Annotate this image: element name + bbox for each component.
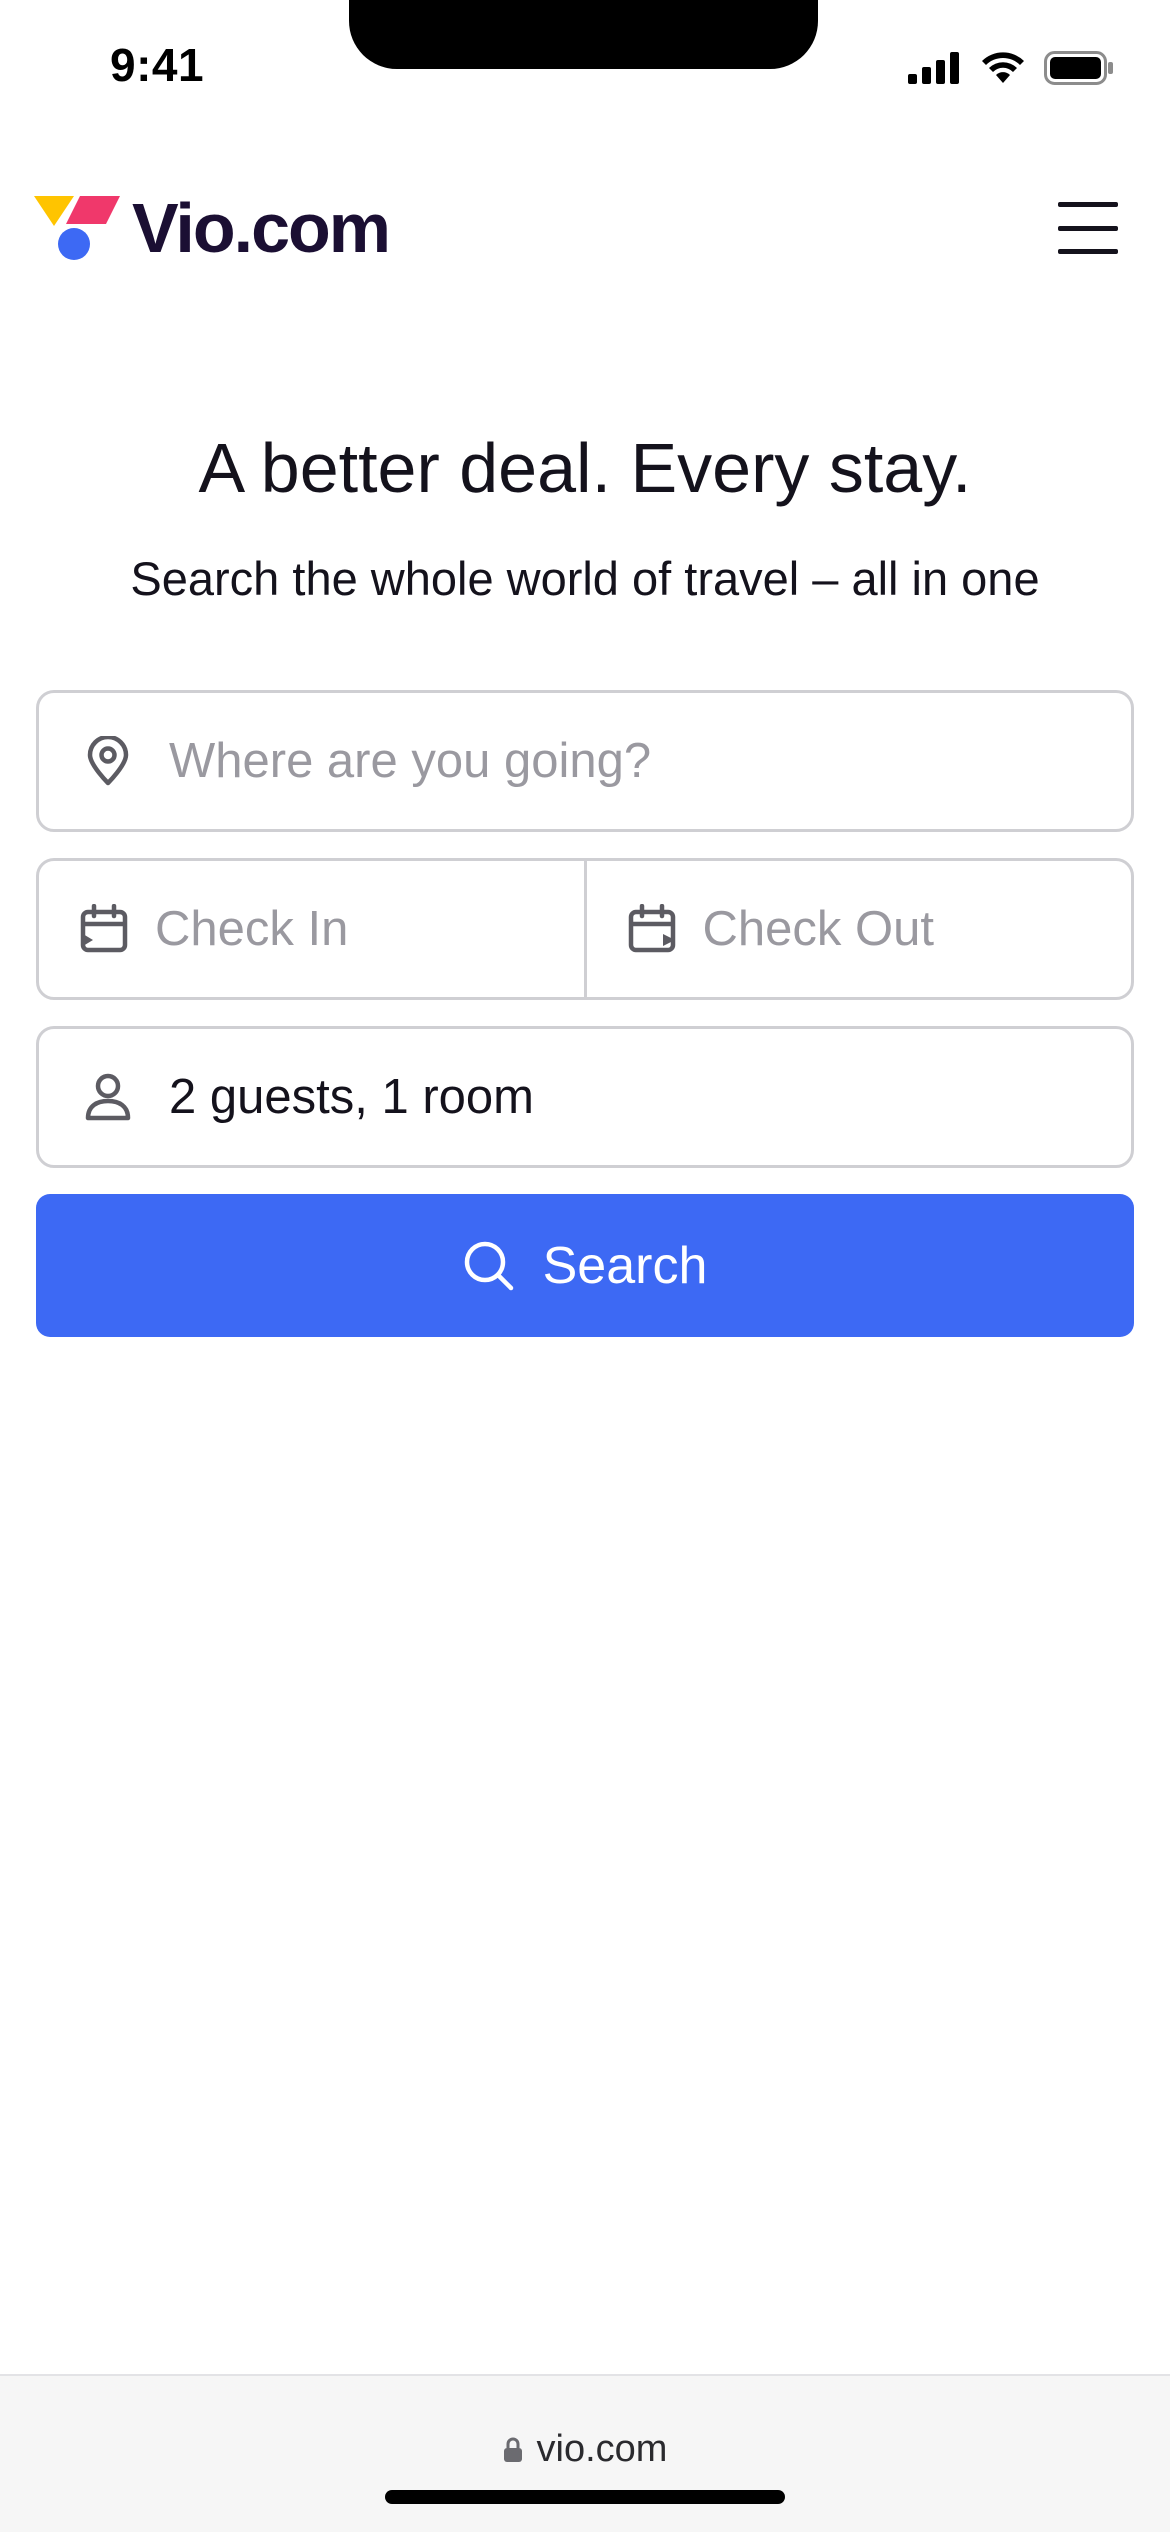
person-icon (83, 1072, 133, 1122)
calendar-check-in-icon (79, 904, 129, 954)
cellular-signal-icon (908, 52, 959, 84)
guests-value: 2 guests, 1 room (169, 1070, 534, 1124)
calendar-check-out-icon (627, 904, 677, 954)
status-bar: 9:41 (0, 0, 1170, 140)
hero-title: A better deal. Every stay. (198, 429, 972, 507)
url-display[interactable]: vio.com (0, 2428, 1170, 2471)
wifi-icon (982, 52, 1024, 83)
logo-wordmark: Vio.com (132, 189, 391, 267)
hamburger-menu-icon[interactable] (1058, 202, 1118, 254)
browser-url-bar[interactable]: vio.com (0, 2374, 1170, 2532)
battery-icon (1044, 51, 1113, 85)
device-notch (349, 0, 818, 69)
date-range-field: Check In Check Out (36, 858, 1134, 1000)
destination-placeholder: Where are you going? (169, 734, 652, 788)
hero-subtitle: Search the whole world of travel – all i… (130, 552, 1040, 605)
guests-rooms-selector[interactable]: 2 guests, 1 room (36, 1026, 1134, 1168)
destination-input[interactable]: Where are you going? (36, 690, 1134, 832)
check-out-field[interactable]: Check Out (587, 861, 1132, 997)
lock-icon (503, 2437, 522, 2462)
site-header: Vio.com (0, 180, 1170, 280)
home-indicator[interactable] (385, 2490, 785, 2504)
location-pin-icon (83, 736, 133, 786)
search-button[interactable]: Search (36, 1194, 1134, 1337)
vio-logo-mark-icon (34, 196, 120, 260)
check-in-placeholder: Check In (155, 902, 349, 956)
check-in-field[interactable]: Check In (39, 861, 584, 997)
status-time: 9:41 (110, 39, 205, 91)
search-icon (464, 1241, 513, 1290)
vio-logo[interactable]: Vio.com (34, 186, 391, 270)
search-button-label: Search (542, 1236, 708, 1295)
status-icons (908, 48, 1114, 88)
check-out-placeholder: Check Out (702, 902, 934, 956)
url-text: vio.com (536, 2428, 668, 2470)
